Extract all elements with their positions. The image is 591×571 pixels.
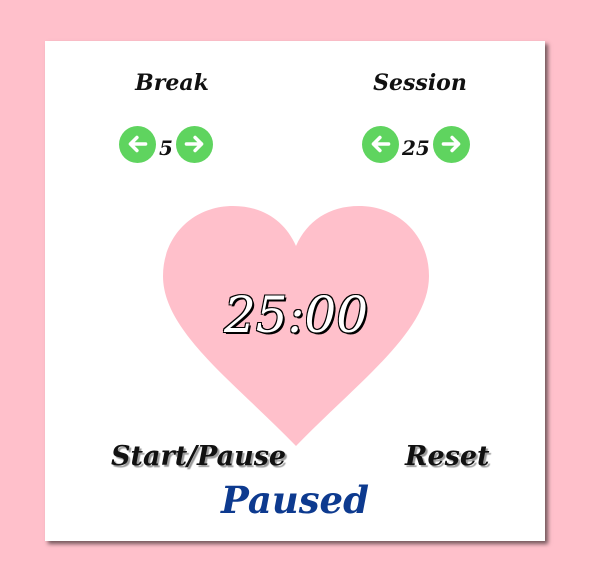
break-increment-button[interactable] (175, 125, 213, 163)
break-title: Break (135, 70, 209, 96)
session-title: Session (373, 70, 467, 96)
break-decrement-button[interactable] (119, 125, 156, 163)
arrow-right-icon (185, 135, 204, 153)
pomodoro-card: Break Session 5 25 25:00 Start/Pause Res… (45, 41, 545, 541)
session-increment-button[interactable] (432, 125, 470, 163)
session-length-value: 25 (402, 136, 430, 160)
session-decrement-button[interactable] (362, 125, 399, 163)
reset-button[interactable]: Reset (405, 441, 489, 472)
arrow-left-icon (371, 135, 390, 153)
break-length-control: 5 (119, 125, 213, 163)
status-text: Paused (221, 478, 369, 522)
timer-display: 25:00 (223, 286, 369, 344)
arrow-left-icon (128, 135, 147, 153)
session-length-control: 25 (362, 125, 470, 163)
break-length-value: 5 (159, 136, 173, 160)
start-pause-button[interactable]: Start/Pause (111, 441, 286, 472)
arrow-right-icon (442, 135, 461, 153)
